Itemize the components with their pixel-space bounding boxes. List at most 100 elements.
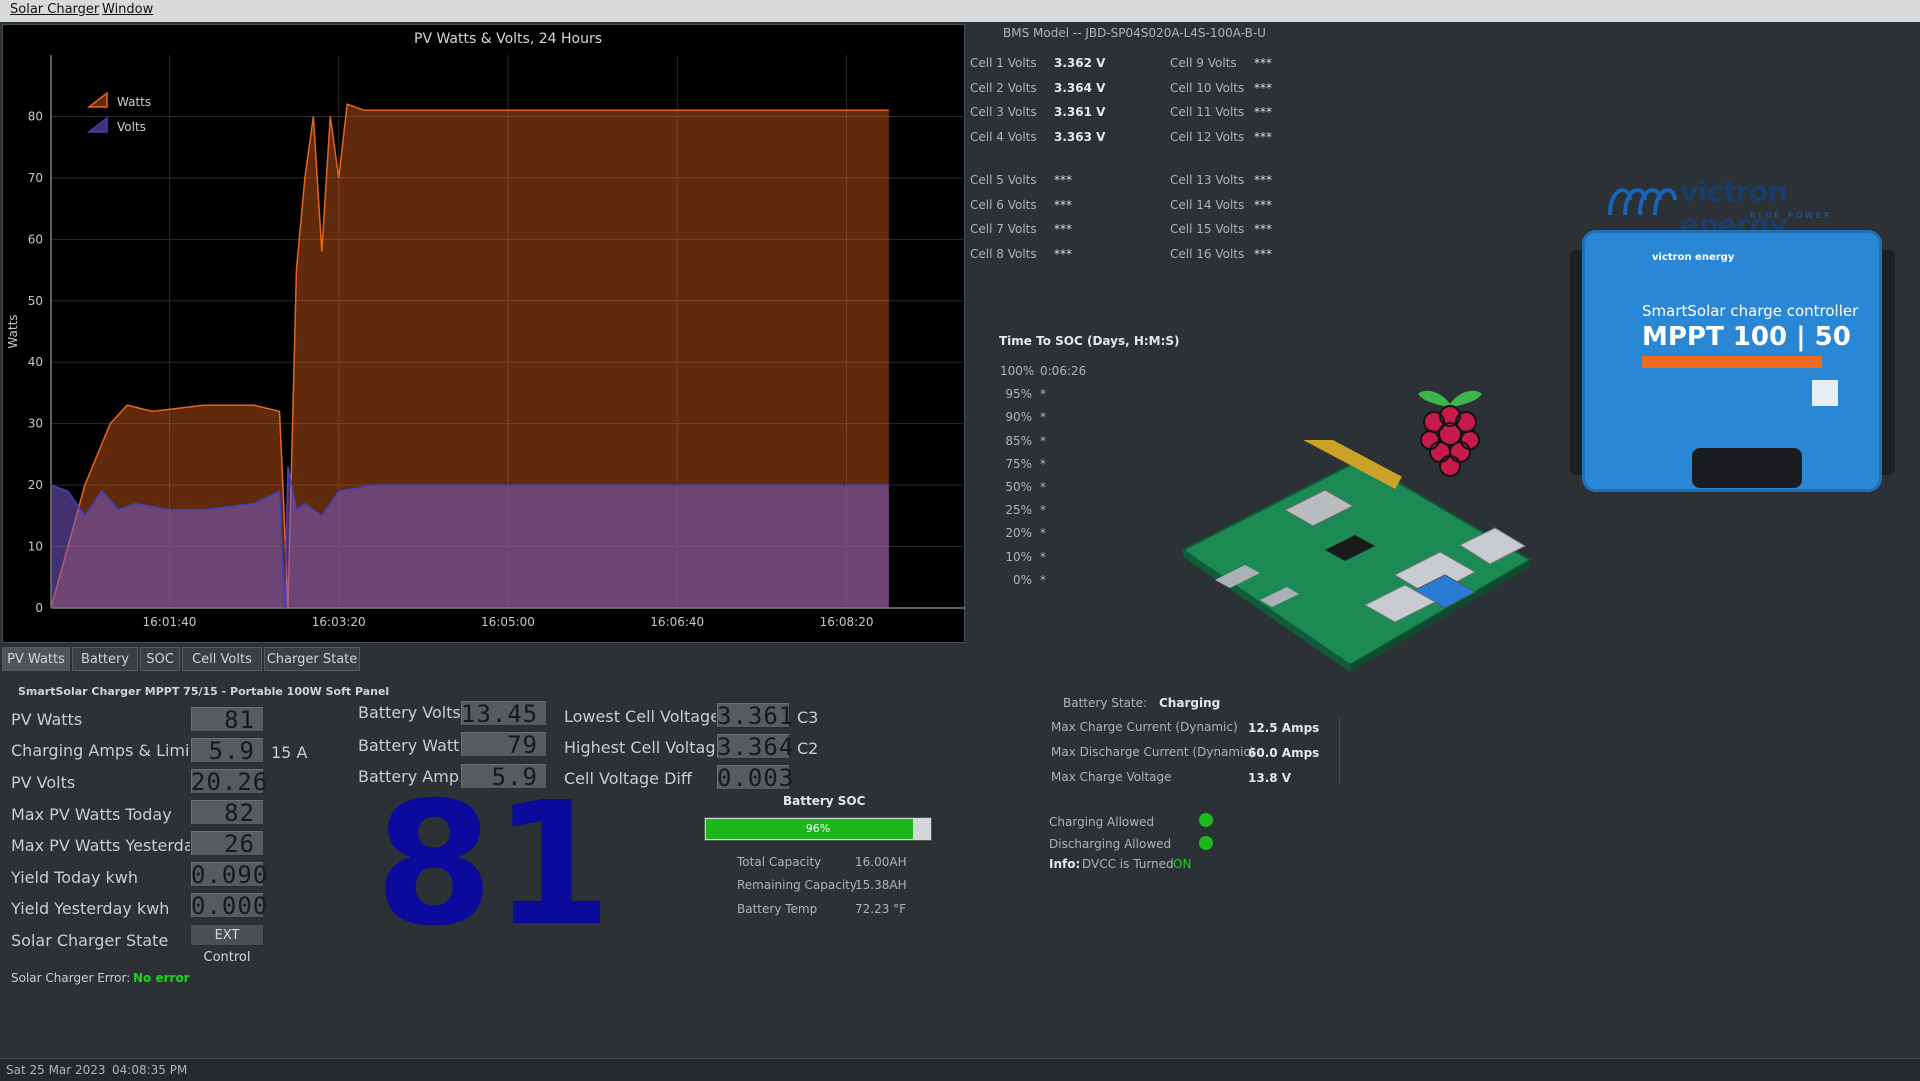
pv-chart: 0 10 20 30 40 50 60 70 80 16:01:40 16:03:20 16:05:0… [6,31,965,629]
y-tick-label: 30 [28,417,43,431]
info-value: ON [1173,857,1192,871]
bms-cell-value: *** [1254,81,1272,95]
cell-diff-readout: 0.003 [716,764,795,792]
time-to-soc-percent: 100% [1000,364,1035,378]
y-tick-label: 70 [28,171,43,185]
bms-cell-value: *** [1254,198,1272,212]
lowest-cell-id: C3 [797,708,819,727]
total-capacity-label: Total Capacity [737,855,822,869]
bms-cell-label: Cell 11 Volts [1170,105,1245,119]
tab-soc[interactable]: SOC [140,647,180,671]
tab-charger-state[interactable]: Charger State [264,647,360,671]
bms-cell-label: Cell 14 Volts [1170,198,1245,212]
time-to-soc-value: * [1040,549,1046,564]
bms-cell-value: *** [1254,173,1272,187]
charger-model: MPPT 100 | 50 [1642,322,1851,352]
bms-cell-label: Cell 13 Volts [1170,173,1245,187]
victron-wave-icon [1608,188,1677,216]
x-tick-label: 16:01:40 [143,615,197,629]
info-text: DVCC is Turned [1082,857,1174,871]
charging-limit-unit: 15 A [271,743,308,762]
yield-yesterday-readout: 0.000 [190,892,269,920]
bms-cell-label: Cell 15 Volts [1170,222,1245,236]
time-to-soc-percent: 50% [1005,480,1032,494]
time-to-soc-percent: 25% [1005,503,1032,518]
battery-watts-label: Battery Watts [358,736,468,755]
time-to-soc-percent: 0% [1012,572,1032,587]
time-to-soc-value: 0:06:26 [1040,364,1087,378]
charging-allowed-label: Charging Allowed [1049,815,1155,829]
bms-model: BMS Model -- JBD-SP04S020A-L4S-100A-B-U [1003,26,1266,40]
max-charge-current-label: Max Charge Current (Dynamic) [1051,720,1238,734]
battery-volts-label: Battery Volts [358,703,461,722]
bms-cell-label: Cell 10 Volts [1170,81,1245,95]
yield-today-label: Yield Today kwh [11,868,139,887]
pv-chart-panel: 0 10 20 30 40 50 60 70 80 16:01:40 16:03:20 16:05:0… [2,24,965,643]
bms-cell-value: *** [1254,222,1272,236]
max-charge-current-value: 12.5 Amps [1248,721,1320,735]
charger-small-brand: victron energy [1652,252,1735,263]
time-to-soc-percent: 95% [1005,387,1032,402]
tab-battery[interactable]: Battery [72,647,138,671]
legend-swatch-volts [86,116,108,133]
y-tick-label: 0 [35,601,43,615]
bms-cell-value: *** [1254,247,1272,261]
bms-cell-label: Cell 4 Volts [970,130,1037,144]
status-date: Sat 25 Mar 2023 [6,1063,106,1077]
max-charge-voltage-label: Max Charge Voltage [1051,770,1172,784]
x-tick-label: 16:08:20 [820,615,874,629]
y-tick-label: 40 [28,355,43,369]
y-tick-label: 50 [28,294,43,308]
time-to-soc-title: Time To SOC (Days, H:M:S) [999,334,1180,348]
discharging-allowed-indicator [1199,836,1213,850]
bms-cell-value: 3.362 V [1054,56,1106,70]
bms-cell-label: Cell 12 Volts [1170,130,1245,144]
time-to-soc-percent: 85% [1005,433,1032,448]
tab-cell-volts[interactable]: Cell Volts [182,647,262,671]
menu-window[interactable]: Window [102,2,153,17]
time-to-soc-value: * [1040,387,1046,402]
menu-solar-charger[interactable]: Solar Charger [10,2,99,17]
time-to-soc-value: * [1040,433,1046,448]
time-to-soc-value: * [1040,410,1046,425]
charger-state-value: EXT Control [190,924,264,965]
bms-cell-label: Cell 3 Volts [970,105,1037,119]
pv-volts-label: PV Volts [11,773,76,792]
remaining-capacity-value: 15.38AH [855,878,907,892]
bms-cell-value: 3.363 V [1054,130,1106,144]
victron-tagline: BLUE POWER [1750,211,1833,220]
charger-error-value: No error [133,971,190,985]
bms-cell-label: Cell 2 Volts [970,81,1037,95]
max-discharge-current-label: Max Discharge Current (Dynamic) [1051,745,1255,759]
max-charge-voltage-value: 13.8 V [1248,771,1292,785]
bms-cell-label: Cell 1 Volts [970,56,1037,70]
bms-cell-value: *** [1054,173,1072,187]
y-tick-label: 10 [28,540,43,554]
y-tick-label: 80 [28,109,43,123]
x-tick-label: 16:03:20 [312,615,366,629]
time-to-soc-percent: 20% [1005,526,1032,541]
charger-state-label: Solar Charger State [11,931,169,950]
cell-diff-label: Cell Voltage Diff [564,769,692,788]
x-tick-label: 16:05:00 [481,615,535,629]
time-to-soc-percent: 75% [1005,456,1032,471]
battery-temp-label: Battery Temp [737,902,818,916]
bms-cell-value: *** [1054,198,1072,212]
soc-progress-bar: 96% [704,817,932,841]
max-pv-today-label: Max PV Watts Today [11,805,172,824]
lowest-cell-label: Lowest Cell Voltage [564,707,721,726]
soc-progress-label: 96% [805,822,831,835]
legend-label-watts: Watts [117,95,151,109]
battery-volts-readout: 13.45 [460,700,547,727]
pv-volts-readout: 20.26 [190,768,269,796]
charging-allowed-indicator [1199,813,1213,827]
bms-cell-value: *** [1254,130,1272,144]
tab-pv-watts[interactable]: PV Watts [2,647,70,671]
battery-watts-readout: 79 [460,731,547,758]
max-pv-today-readout: 82 [190,799,264,826]
victron-logo: victron energy BLUE POWER [1600,175,1860,241]
state-divider [1339,716,1340,784]
charging-amps-readout: 5.9 [190,737,264,764]
time-to-soc-value: * [1040,503,1046,518]
battery-soc-title: Battery SOC [783,794,866,808]
